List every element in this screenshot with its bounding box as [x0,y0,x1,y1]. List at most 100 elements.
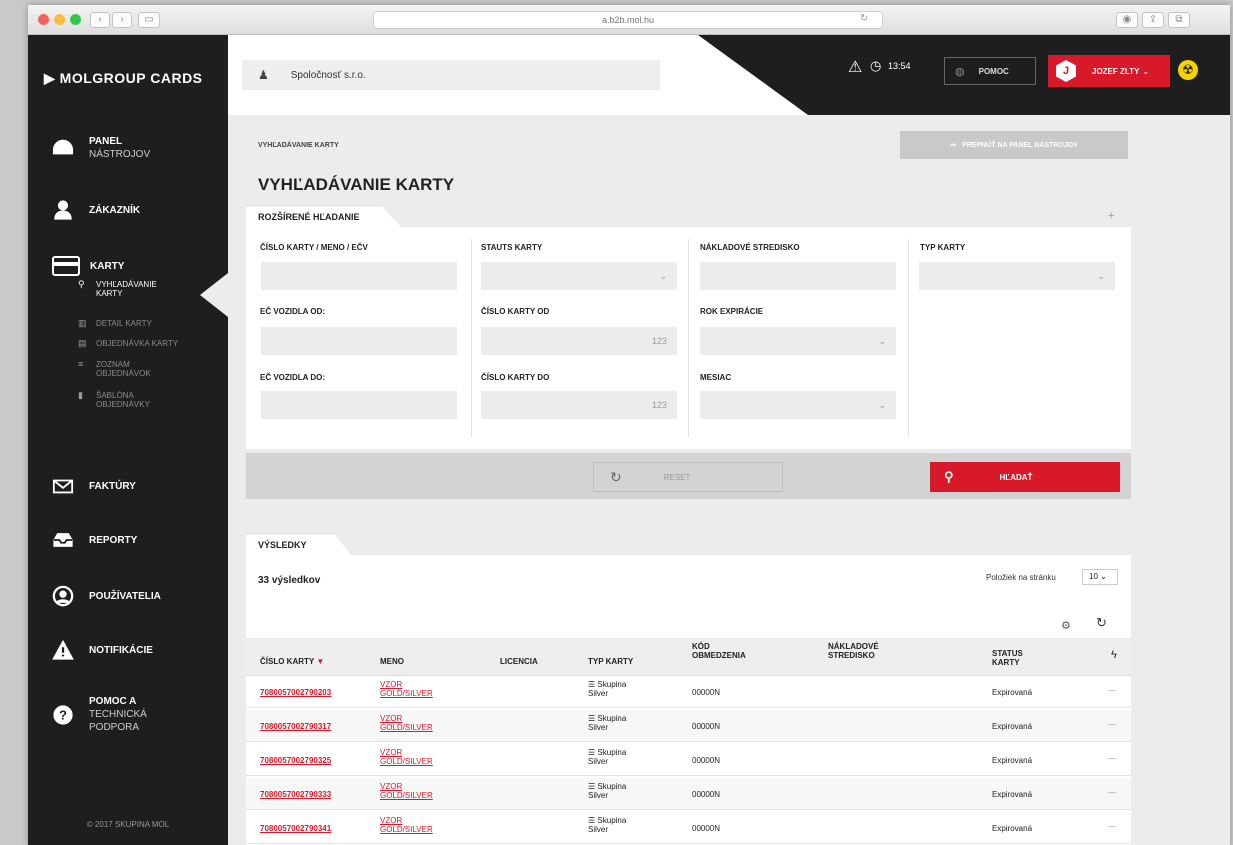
chevron-down-icon: ⌄ [1097,271,1105,281]
refresh-icon: ↻ [610,468,622,485]
column-header-status[interactable]: STATUS KARTY [992,649,1023,667]
lightning-icon[interactable]: ϟ [1111,649,1117,661]
column-header-name[interactable]: MENO [380,657,404,666]
sidebar-subitem-card-order[interactable]: ▤ OBJEDNÁVKA KARTY [78,339,178,349]
column-header-license[interactable]: LICENCIA [500,657,538,666]
back-nav-icon[interactable]: ‹ [90,12,110,28]
file-icon: ▮ [78,390,83,400]
card-name-line: GOLD/SILVER [380,689,433,698]
extension-icon[interactable]: ◉ [1116,12,1138,28]
breadcrumb[interactable]: VYHĽADÁVANIE KARTY [258,142,339,149]
sidebar-item-reports[interactable]: REPORTY [52,529,137,551]
sidebar-toggle-icon[interactable]: ▭ [138,12,160,28]
table-row[interactable]: 7080057002790203 VZOR GOLD/SILVER ☰ Skupina… [246,676,1131,708]
exp-year-select[interactable]: ⌄ [700,327,896,355]
minimize-window-button[interactable] [54,14,65,25]
sidebar-item-help[interactable]: ? POMOC A TECHNICKÁ PODPORA [52,695,147,734]
results-count: 33 výsledkov [258,575,321,586]
card-number-link[interactable]: 7080057002790325 [260,756,331,765]
card-number-link[interactable]: 7080057002790317 [260,722,331,731]
maximize-window-button[interactable] [70,14,81,25]
reset-button-label: RESET [663,472,691,482]
card-type-icon: ☰ [588,714,596,723]
status-label: STAUTS KARTY [481,243,543,252]
tab-advanced-search[interactable]: ROZŠÍRENÉ HĽADANIE [246,207,401,227]
sidebar-item-notifications[interactable]: NOTIFIKÁCIE [52,639,153,661]
card-number-link[interactable]: 7080057002790333 [260,790,331,799]
status-cell: Expirovaná [992,722,1033,731]
row-menu-icon[interactable]: — [1108,720,1116,729]
help-button[interactable]: ◍ POMOC [944,57,1036,85]
card-to-input[interactable]: 123 [481,391,677,419]
card-type-line: Silver [588,689,609,698]
sidebar-item-label: POUŽÍVATELIA [89,590,161,602]
sidebar-subitem-card-search[interactable]: ⚲ VYHĽADÁVANIE KARTY [78,279,157,299]
forward-nav-icon[interactable]: › [112,12,132,28]
page-title: VYHĽADÁVANIE KARTY [258,175,455,194]
settings-gear-icon[interactable]: ⚙ [1061,619,1071,632]
search-button[interactable]: ⚲ HĽADAŤ [930,462,1120,492]
sidebar-item-label: ZÁKAZNÍK [89,204,141,216]
tabs-icon[interactable]: ⧉ [1168,12,1190,28]
column-header-card[interactable]: ČÍSLO KARTY ▼ [260,657,324,666]
search-button-label: HĽADAŤ [999,472,1033,482]
sidebar-item-cards[interactable]: KARTY [52,255,124,277]
sidebar-item-invoices[interactable]: FAKTÚRY [52,475,136,497]
sidebar-item-panel[interactable]: PANEL NÁSTROJOV [52,135,150,161]
close-window-button[interactable] [38,14,49,25]
table-row[interactable]: 7080057002790317 VZOR GOLD/SILVER ☰ Skupina… [246,710,1131,742]
user-menu-button[interactable]: J JOZEF ZLTY ⌄ [1048,55,1170,87]
card-number-link[interactable]: 7080057002790341 [260,824,331,833]
vehicle-from-input[interactable] [261,327,457,355]
tab-results[interactable]: VÝSLEDKY [246,535,351,555]
reset-button[interactable]: ↻ RESET [593,462,783,492]
table-row[interactable]: 7080057002790325 VZOR GOLD/SILVER ☰ Skupina… [246,744,1131,776]
card-name-link[interactable]: VZOR GOLD/SILVER [380,680,433,698]
card-name-line: VZOR [380,816,403,825]
table-row[interactable]: 7080057002790333 VZOR GOLD/SILVER ☰ Skupina… [246,778,1131,810]
column-header-restriction-code[interactable]: KÓD OBMEDZENIA [692,642,746,660]
sidebar-subitem-label: OBJEDNÁVOK [96,369,151,378]
column-header-cost-center[interactable]: NÁKLADOVÉ STREDISKO [828,642,879,660]
collapse-plus-icon[interactable]: + [1108,210,1114,222]
row-menu-icon[interactable]: — [1108,788,1116,797]
browser-toolbar: ‹ › ▭ a.b2b.mol.hu ↻ ◉ ⇪ ⧉ [28,5,1230,35]
row-menu-icon[interactable]: — [1108,822,1116,831]
refresh-icon[interactable]: ↻ [1096,615,1107,631]
card-number-link[interactable]: 7080057002790203 [260,688,331,697]
card-type-line: Skupina [597,782,627,791]
row-menu-icon[interactable]: — [1108,686,1116,695]
sidebar-item-users[interactable]: POUŽÍVATELIA [52,585,161,607]
column-header-type[interactable]: TYP KARTY [588,657,633,666]
share-icon[interactable]: ⇪ [1142,12,1164,28]
switch-to-dashboard-button[interactable]: ⇒ PREPNÚŤ NA PANEL NÁSTROJOV [900,131,1128,159]
sidebar-subitem-order-template[interactable]: ▮ ŠABLÓNA OBJEDNÁVKY [78,390,150,410]
company-selector[interactable]: ♟ Spoločnosť s.r.o. [242,60,660,90]
month-select[interactable]: ⌄ [700,391,896,419]
card-type-select[interactable]: ⌄ [919,262,1115,290]
card-name-link[interactable]: VZOR GOLD/SILVER [380,782,433,800]
vehicle-to-input[interactable] [261,391,457,419]
table-row[interactable]: 7080057002790341 VZOR GOLD/SILVER ☰ Skupina… [246,812,1131,844]
search-icon: ⚲ [78,279,85,289]
row-menu-icon[interactable]: — [1108,754,1116,763]
card-name-link[interactable]: VZOR GOLD/SILVER [380,748,433,766]
card-name-link[interactable]: VZOR GOLD/SILVER [380,816,433,834]
sidebar-subitem-card-detail[interactable]: ▥ DETAIL KARTY [78,319,152,329]
brand-logo[interactable]: ▶ MOLGROUP CARDS [44,70,203,87]
svg-text:?: ? [59,707,67,722]
per-page-select[interactable]: 10 ⌄ [1082,569,1118,585]
card-name-line: GOLD/SILVER [380,757,433,766]
reload-icon[interactable]: ↻ [860,13,868,24]
alert-icon[interactable]: ⚠ [848,57,862,77]
card-name-link[interactable]: VZOR GOLD/SILVER [380,714,433,732]
status-select[interactable]: ⌄ [481,262,677,290]
card-from-input[interactable]: 123 [481,327,677,355]
cost-center-input[interactable] [700,262,896,290]
radiation-icon[interactable]: ☢ [1178,60,1198,80]
sidebar-subitem-order-list[interactable]: ≡ ZOZNAM OBJEDNÁVOK [78,360,151,379]
sidebar-item-customer[interactable]: ZÁKAZNÍK [52,199,140,221]
sidebar-subitem-label: VYHĽADÁVANIE [96,280,157,289]
address-bar[interactable]: a.b2b.mol.hu [373,11,883,29]
card-number-input[interactable] [261,262,457,290]
